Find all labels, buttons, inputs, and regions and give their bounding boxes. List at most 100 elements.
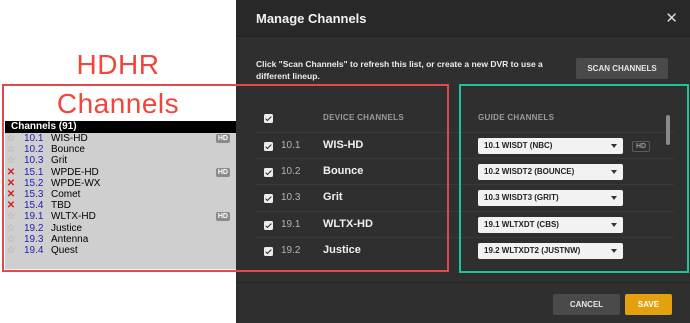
hdhr-channel-name: WLTX-HD <box>51 211 96 223</box>
row-divider <box>256 211 674 212</box>
guide-channel-value: 10.3 WISDT3 (GRIT) <box>484 193 559 202</box>
hdhr-channel-number: 19.1 <box>24 211 44 223</box>
hdhr-channel-number: 19.2 <box>24 222 44 234</box>
scrollbar-thumb[interactable] <box>666 115 670 145</box>
hdhr-channel-number: 15.4 <box>24 200 44 212</box>
row-divider <box>256 237 674 238</box>
hdhr-channel-list: Channels (91) ☆ 10.1 WIS-HD HD ☆ 10.2 Bounce ☆ 1… <box>5 121 236 269</box>
channel-name: WLTX-HD <box>323 218 373 230</box>
hd-badge: HD <box>215 212 230 222</box>
hdhr-channel-number: 19.3 <box>24 233 44 245</box>
channel-checkbox[interactable] <box>264 168 273 177</box>
hdhr-channel-name: WIS-HD <box>51 133 88 144</box>
hd-badge: HD <box>215 167 230 177</box>
row-divider <box>256 132 674 133</box>
channel-number: 10.2 <box>281 166 301 177</box>
star-icon[interactable]: ☆ <box>6 234 16 245</box>
hdhr-list-header: Channels (91) <box>5 121 236 133</box>
chevron-down-icon <box>611 170 617 174</box>
hdhr-channel-row[interactable]: ☆ 10.3 Grit <box>5 155 236 166</box>
modal-header: Manage Channels ✕ <box>236 0 690 36</box>
chevron-down-icon <box>611 144 617 148</box>
x-mark-icon[interactable]: ✕ <box>6 189 16 200</box>
channel-number: 10.3 <box>281 192 301 203</box>
row-divider <box>256 184 674 185</box>
star-icon[interactable]: ☆ <box>6 245 16 256</box>
x-mark-icon[interactable]: ✕ <box>6 178 16 189</box>
hdhr-channel-row[interactable]: ☆ 19.1 WLTX-HD HD <box>5 211 236 222</box>
channel-checkbox[interactable] <box>264 221 273 230</box>
hdhr-channel-row[interactable]: ✕ 15.2 WPDE-WX <box>5 178 236 189</box>
hdhr-channel-name: Antenna <box>51 233 89 245</box>
guide-channel-value: 10.1 WISDT (NBC) <box>484 141 553 150</box>
guide-channel-select[interactable]: 10.1 WISDT (NBC) <box>478 138 623 154</box>
channel-number: 19.2 <box>281 245 301 256</box>
guide-channel-select[interactable]: 10.2 WISDT2 (BOUNCE) <box>478 164 623 180</box>
channel-checkbox[interactable] <box>264 142 273 151</box>
hdhr-channel-number: 10.2 <box>24 144 44 156</box>
star-icon[interactable]: ☆ <box>6 144 16 155</box>
channel-name: WIS-HD <box>323 139 364 151</box>
star-icon[interactable]: ☆ <box>6 211 16 222</box>
manage-channels-modal: Manage Channels ✕ Click "Scan Channels" … <box>236 0 690 323</box>
row-divider <box>256 158 674 159</box>
hdhr-channel-row[interactable]: ☆ 10.2 Bounce <box>5 144 236 155</box>
chevron-down-icon <box>611 223 617 227</box>
hdhr-channel-name: TBD <box>51 200 71 212</box>
hdhr-channel-name: WPDE-HD <box>51 166 99 178</box>
hdhr-channel-name: Grit <box>51 155 68 167</box>
guide-channels-header: GUIDE CHANNELS <box>478 113 555 122</box>
hdhr-channel-name: WPDE-WX <box>51 177 101 189</box>
channel-checkbox[interactable] <box>264 194 273 203</box>
close-icon[interactable]: ✕ <box>665 9 678 27</box>
hdhr-channel-row[interactable]: ✕ 15.3 Comet <box>5 189 236 200</box>
guide-channel-select[interactable]: 19.1 WLTXDT (CBS) <box>478 217 623 233</box>
channel-name: Bounce <box>323 165 364 177</box>
hdhr-channel-number: 15.3 <box>24 188 44 200</box>
header-divider <box>236 36 690 37</box>
channel-number: 19.1 <box>281 219 301 230</box>
hdhr-channel-number: 15.2 <box>24 177 44 189</box>
star-icon[interactable]: ☆ <box>6 155 16 166</box>
scan-channels-button[interactable]: SCAN CHANNELS <box>576 58 668 79</box>
hdhr-channel-number: 10.1 <box>24 133 44 144</box>
guide-channel-value: 10.2 WISDT2 (BOUNCE) <box>484 167 575 176</box>
channel-name: Grit <box>323 191 343 203</box>
modal-title: Manage Channels <box>256 11 367 26</box>
hdhr-channel-row[interactable]: ☆ 19.2 Justice <box>5 223 236 234</box>
hdhr-channel-number: 10.3 <box>24 155 44 167</box>
guide-channel-select[interactable]: 19.2 WLTXDT2 (JUSTNW) <box>478 243 623 259</box>
hdhr-channel-name: Comet <box>51 188 81 200</box>
chevron-down-icon <box>611 196 617 200</box>
hdhr-panel: HDHR Channels Channels (91) ☆ 10.1 WIS-HD H… <box>0 0 236 323</box>
channel-number: 10.1 <box>281 140 301 151</box>
x-mark-icon[interactable]: ✕ <box>6 167 16 178</box>
hd-badge: HD <box>632 141 650 152</box>
footer-divider <box>236 282 690 283</box>
hdhr-channel-row[interactable]: ☆ 10.1 WIS-HD HD <box>5 133 236 144</box>
x-mark-icon[interactable]: ✕ <box>6 200 16 211</box>
chevron-down-icon <box>611 249 617 253</box>
star-icon[interactable]: ☆ <box>6 133 16 144</box>
guide-channel-value: 19.1 WLTXDT (CBS) <box>484 220 559 229</box>
hdhr-channel-row[interactable]: ✕ 15.1 WPDE-HD HD <box>5 167 236 178</box>
guide-channel-value: 19.2 WLTXDT2 (JUSTNW) <box>484 246 581 255</box>
hdhr-channel-row[interactable]: ✕ 15.4 TBD <box>5 200 236 211</box>
select-all-checkbox[interactable] <box>264 114 273 123</box>
hdhr-title-line1: HDHR <box>76 49 160 80</box>
hdhr-channel-name: Bounce <box>51 144 85 156</box>
hdhr-title-line2: Channels <box>56 88 180 119</box>
device-channels-header: DEVICE CHANNELS <box>323 113 404 122</box>
channel-checkbox[interactable] <box>264 247 273 256</box>
info-text: Click "Scan Channels" to refresh this li… <box>256 59 543 81</box>
star-icon[interactable]: ☆ <box>6 223 16 234</box>
hdhr-channel-row[interactable]: ☆ 19.3 Antenna <box>5 234 236 245</box>
guide-channel-select[interactable]: 10.3 WISDT3 (GRIT) <box>478 190 623 206</box>
hdhr-channel-row[interactable]: ☆ 19.4 Quest <box>5 245 236 256</box>
cancel-button[interactable]: CANCEL <box>553 294 620 315</box>
save-button[interactable]: SAVE <box>625 294 672 315</box>
channel-name: Justice <box>323 244 361 256</box>
hdhr-channel-number: 19.4 <box>24 244 44 256</box>
hdhr-channel-name: Quest <box>51 244 78 256</box>
hd-badge: HD <box>215 134 230 143</box>
